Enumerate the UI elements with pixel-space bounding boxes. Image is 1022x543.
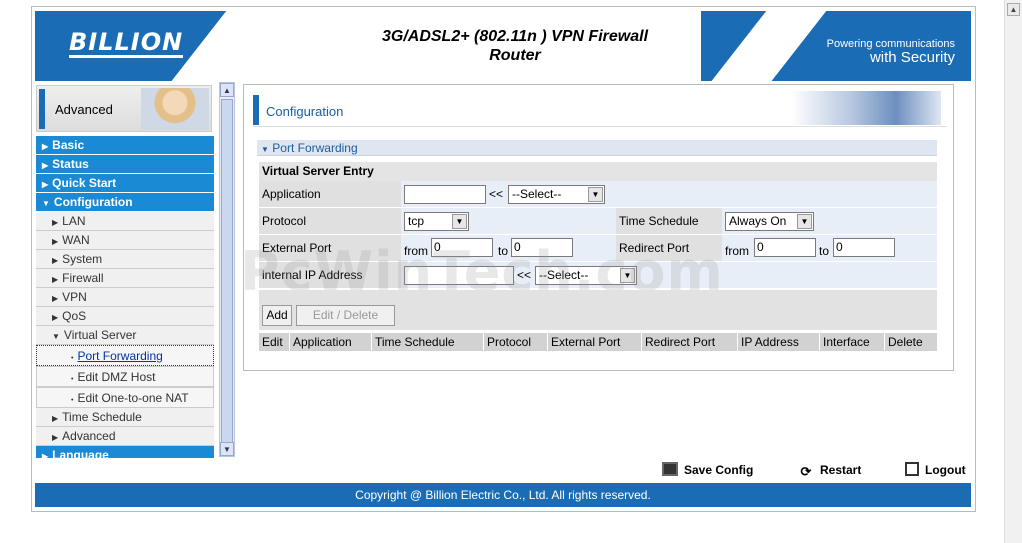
sidebar-item-edit-one-to-one-nat[interactable]: • Edit One-to-one NAT [36,387,214,408]
col-external-port: External Port [548,333,642,351]
redirect-from-input[interactable]: 0 [754,238,816,257]
sidebar-item-firewall[interactable]: ▶ Firewall [36,269,214,288]
sidebar-item-status[interactable]: ▶ Status [36,155,214,174]
sidebar-item-lan[interactable]: ▶ LAN [36,212,214,231]
sidebar-item-edit-dmz-host[interactable]: • Edit DMZ Host [36,366,214,387]
sidebar-item-qos[interactable]: ▶ QoS [36,307,214,326]
triangle-right-icon: ▶ [52,294,59,303]
sidebar-item-wan[interactable]: ▶ WAN [36,231,214,250]
save-config-button[interactable]: Save Config [662,460,753,480]
scroll-up-icon[interactable]: ▲ [220,83,234,97]
protocol-label: Protocol [259,208,401,234]
triangle-right-icon: ▶ [52,218,59,227]
scroll-up-icon[interactable]: ▲ [1007,3,1020,16]
bullet-icon: • [71,355,74,362]
sidebar-item-quick-start[interactable]: ▶ Quick Start [36,174,214,193]
section-label: Advanced [55,102,113,117]
restart-button[interactable]: ⟳ Restart [798,460,862,480]
virtual-server-entry-title: Virtual Server Entry [259,162,937,181]
triangle-right-icon: ▶ [42,161,49,170]
sidebar-scrollbar[interactable]: ▲ ▼ [219,82,235,457]
bullet-icon: • [71,376,74,383]
add-button[interactable]: Add [262,305,292,326]
application-row: Application << --Select-- ▼ [259,181,937,207]
time-schedule-select[interactable]: Always On ▼ [725,212,814,231]
port-forwarding-section-title[interactable]: ▼ Port Forwarding [257,140,937,156]
application-select[interactable]: --Select-- ▼ [508,185,605,204]
col-delete: Delete [888,335,923,349]
billion-logo: BILLION [69,28,184,58]
woman-photo [141,88,209,130]
footer-copyright: Copyright @ Billion Electric Co., Ltd. A… [35,483,971,507]
title-line-2: Router [489,47,541,64]
triangle-right-icon: ▶ [42,142,49,151]
header-office-image [791,91,941,125]
col-time-schedule: Time Schedule [372,333,484,351]
col-ip-address: IP Address [738,333,820,351]
sidebar-item-advanced[interactable]: ▶ Advanced [36,427,214,446]
chevron-down-icon: ▼ [452,214,467,229]
tagline-line-2: with Security [869,49,955,66]
sidebar-item-configuration[interactable]: ▼ Configuration [36,193,214,212]
floppy-disk-icon [662,462,678,476]
redirect-to-input[interactable]: 0 [833,238,895,257]
redirect-from-text: from [725,244,749,258]
header-banner: BILLION 3G/ADSL2+ (802.11n ) VPN Firewal… [35,11,971,81]
col-application: Application [290,333,372,351]
logout-button[interactable]: Logout [905,460,966,480]
sidebar-item-time-schedule[interactable]: ▶ Time Schedule [36,408,214,427]
title-line-1: 3G/ADSL2+ (802.11n ) VPN Firewall [381,28,649,45]
content-header: Configuration [253,91,947,127]
page-title: 3G/ADSL2+ (802.11n ) VPN Firewall Router [345,27,685,65]
sidebar-item-language[interactable]: ▶ Language [36,446,214,458]
triangle-right-icon: ▶ [52,433,59,442]
time-schedule-label: Time Schedule [616,208,722,234]
sidebar-item-port-forwarding[interactable]: • Port Forwarding [36,345,214,366]
scroll-down-icon[interactable]: ▼ [220,442,234,456]
protocol-row: Protocol tcp ▼ Time Schedule Always On ▼ [259,208,937,234]
triangle-right-icon: ▶ [42,452,49,458]
sidebar-item-basic[interactable]: ▶ Basic [36,136,214,155]
protocol-select[interactable]: tcp ▼ [404,212,469,231]
tagline: Powering communications with Security [827,38,955,66]
sidebar-item-virtual-server[interactable]: ▼ Virtual Server [36,326,214,345]
redirect-to-text: to [819,244,830,258]
button-row: Add Edit / Delete [259,290,937,330]
triangle-right-icon: ▶ [52,237,59,246]
arrow-text: << [489,187,504,201]
triangle-down-icon: ▼ [42,199,50,208]
chevron-down-icon: ▼ [797,214,812,229]
window-scrollbar[interactable]: ▲ [1004,0,1022,543]
triangle-right-icon: ▶ [52,414,59,423]
application-input[interactable] [404,185,486,204]
triangle-right-icon: ▶ [42,180,49,189]
triangle-down-icon: ▼ [261,145,269,154]
col-protocol: Protocol [484,333,548,351]
triangle-right-icon: ▶ [52,256,59,265]
application-label: Application [259,181,401,207]
scroll-thumb[interactable] [221,99,233,444]
chevron-down-icon: ▼ [588,187,603,202]
col-edit: Edit [259,333,290,351]
content-header-title: Configuration [266,104,344,119]
virtual-server-table-header: Edit Application Time Schedule Protocol … [259,333,937,351]
restart-arrows-icon: ⟳ [800,464,812,479]
triangle-right-icon: ▶ [52,313,59,322]
sidebar-nav: ▶ Basic ▶ Status ▶ Quick Start ▼ Configuration ▶… [36,136,214,458]
sidebar-item-vpn[interactable]: ▶ VPN [36,288,214,307]
triangle-right-icon: ▶ [52,275,59,284]
col-interface: Interface [820,333,885,351]
triangle-down-icon: ▼ [52,332,60,341]
advanced-section-box: Advanced [36,85,212,132]
sidebar-item-system[interactable]: ▶ System [36,250,214,269]
logout-door-icon [905,462,919,476]
edit-delete-button[interactable]: Edit / Delete [296,305,395,326]
col-redirect-port: Redirect Port [642,333,738,351]
